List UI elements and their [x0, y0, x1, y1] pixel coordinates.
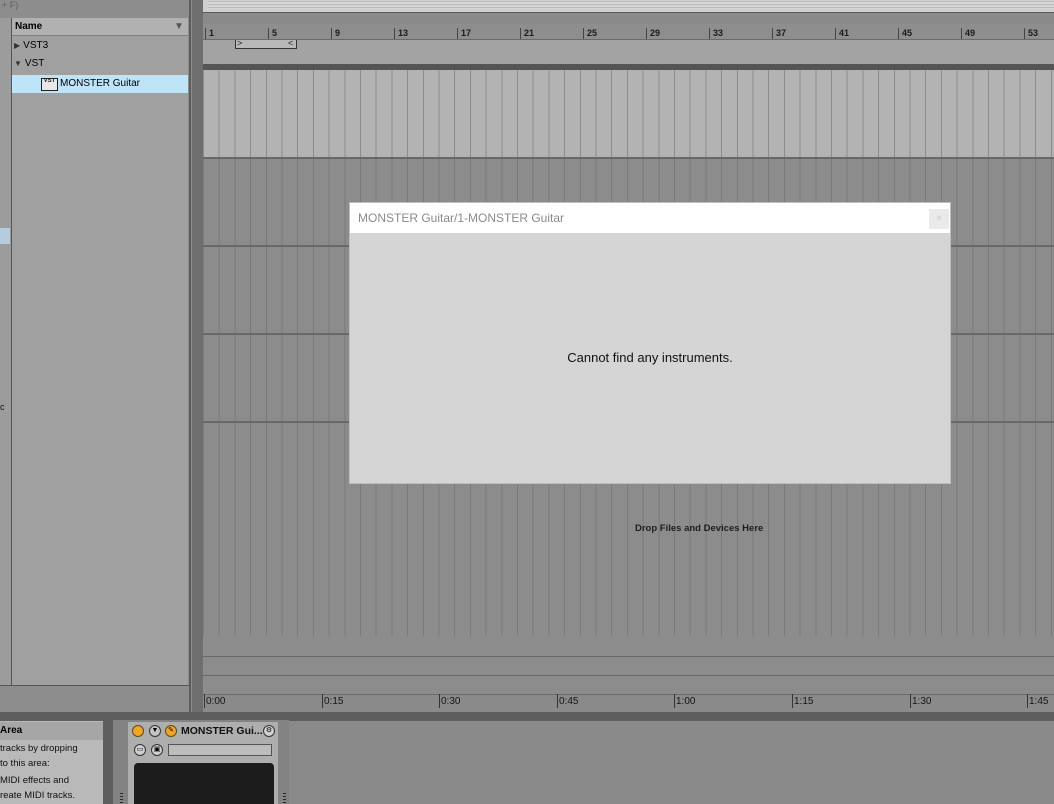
plugin-window[interactable]: [350, 203, 950, 483]
sort-arrow-icon[interactable]: ▼: [174, 20, 184, 34]
info-view-title: Area: [0, 722, 103, 740]
bar-tick: [457, 28, 458, 39]
overview-strip: [208, 1, 1054, 9]
bar-number: 21: [524, 28, 535, 38]
tree-item-label: VST3: [23, 40, 49, 51]
bar-tick: [583, 28, 584, 39]
preset-field[interactable]: [168, 744, 272, 756]
track-lane-main[interactable]: [203, 70, 1054, 157]
wrench-icon[interactable]: ✎: [165, 725, 177, 737]
lane-divider: [203, 675, 1054, 676]
bar-tick: [646, 28, 647, 39]
bar-tick: [961, 28, 962, 39]
places-item-partial[interactable]: c: [0, 401, 10, 413]
tree-item-vst3[interactable]: ▶ VST3: [14, 37, 48, 55]
bar-tick: [1024, 28, 1025, 39]
fold-arrow-icon[interactable]: ▼: [149, 725, 161, 737]
return-tracks-area[interactable]: [203, 636, 1054, 694]
bar-tick: [835, 28, 836, 39]
collapse-arrow-icon[interactable]: ▼: [14, 59, 22, 68]
time-tick: [439, 694, 440, 708]
resize-grip-icon[interactable]: [283, 793, 286, 804]
bar-tick: [772, 28, 773, 39]
time-label: 1:15: [794, 696, 814, 707]
bar-number: 13: [398, 28, 409, 38]
folder-icon[interactable]: ▭: [134, 744, 146, 756]
device-power-button[interactable]: [132, 725, 144, 737]
tree-item-label: VST: [24, 58, 45, 69]
time-label: 1:00: [676, 696, 696, 707]
tree-item-label: MONSTER Guitar: [60, 78, 141, 89]
bar-number: 53: [1028, 28, 1039, 38]
drop-zone-hint[interactable]: Drop Files and Devices Here: [635, 523, 763, 535]
places-sidebar[interactable]: [0, 18, 12, 685]
bar-number: 5: [272, 28, 278, 38]
places-selected-item[interactable]: [0, 228, 10, 244]
info-text-line: to this area:: [0, 758, 50, 769]
bar-number: 41: [839, 28, 850, 38]
info-text-line: MIDI effects and: [0, 775, 69, 786]
device-name[interactable]: MONSTER Gui...: [181, 724, 263, 738]
close-button[interactable]: ×: [929, 209, 949, 229]
device-chain-area[interactable]: [289, 721, 1054, 804]
plugin-window-toggle-icon[interactable]: ⚙: [263, 725, 275, 737]
bar-tick: [268, 28, 269, 39]
info-text-line: tracks by dropping: [0, 743, 78, 754]
bar-tick: [331, 28, 332, 39]
time-tick: [910, 694, 911, 708]
bar-tick: [205, 28, 206, 39]
save-icon[interactable]: ▣: [151, 744, 163, 756]
bar-number: 33: [713, 28, 724, 38]
plugin-display: [134, 763, 274, 804]
bar-number: 37: [776, 28, 787, 38]
browser-footer: [0, 685, 190, 711]
time-label: 1:30: [912, 696, 932, 707]
plugin-window-title: MONSTER Guitar/1-MONSTER Guitar: [358, 211, 565, 225]
bar-number: 49: [965, 28, 976, 38]
error-message: Cannot find any instruments.: [567, 350, 733, 365]
search-hint: + F): [0, 0, 192, 12]
tree-item-vst[interactable]: ▼ VST: [14, 55, 44, 73]
vst-plugin-icon: VST: [41, 78, 58, 91]
loop-strip[interactable]: [203, 40, 1054, 64]
bar-tick: [709, 28, 710, 39]
resize-grip-icon[interactable]: [120, 793, 123, 804]
time-tick: [557, 694, 558, 708]
time-tick: [792, 694, 793, 708]
panel-divider[interactable]: [189, 0, 191, 712]
lane-divider: [203, 157, 1054, 159]
bar-number: 9: [335, 28, 341, 38]
bar-tick: [520, 28, 521, 39]
time-tick: [204, 694, 205, 708]
time-label: 0:00: [206, 696, 226, 707]
name-column-label: Name: [15, 21, 43, 32]
lane-divider: [203, 656, 1054, 657]
bar-number: 25: [587, 28, 598, 38]
browser-content-list[interactable]: [12, 18, 188, 685]
time-label: 0:45: [559, 696, 579, 707]
time-label: 1:45: [1029, 696, 1049, 707]
bar-number: 29: [650, 28, 661, 38]
time-label: 0:30: [441, 696, 461, 707]
info-text-line: reate MIDI tracks.: [0, 790, 75, 801]
time-tick: [1027, 694, 1028, 708]
time-label: 0:15: [324, 696, 344, 707]
loop-end-marker-icon[interactable]: <: [288, 38, 293, 48]
time-tick: [322, 694, 323, 708]
bar-number: 45: [902, 28, 913, 38]
bar-tick: [898, 28, 899, 39]
loop-start-marker-icon[interactable]: >: [237, 38, 242, 48]
time-tick: [674, 694, 675, 708]
bar-number: 1: [209, 28, 215, 38]
bar-number: 17: [461, 28, 472, 38]
expand-arrow-icon[interactable]: ▶: [14, 41, 20, 50]
bar-tick: [394, 28, 395, 39]
